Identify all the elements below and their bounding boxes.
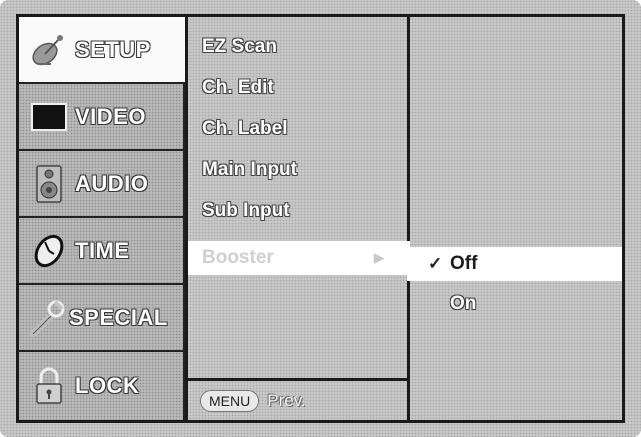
osd-menu: SETUP VIDEO AUDIO TIME SPECIAL LOCK EZ S… xyxy=(0,0,641,437)
clock-icon xyxy=(34,234,64,267)
menu-item-ch-label[interactable]: Ch. Label xyxy=(188,109,407,149)
menu-button[interactable]: MENU xyxy=(200,389,260,412)
booster-options: ✓ Off On xyxy=(407,17,622,420)
category-label: AUDIO xyxy=(75,170,149,196)
category-label: LOCK xyxy=(75,373,140,398)
wrench-icon xyxy=(29,300,65,337)
category-lock[interactable]: LOCK xyxy=(19,352,185,420)
menu-item-ez-scan[interactable]: EZ Scan xyxy=(188,27,407,67)
category-column: SETUP VIDEO AUDIO TIME SPECIAL LOCK xyxy=(19,17,188,420)
menu-item-ch-edit[interactable]: Ch. Edit xyxy=(188,68,407,108)
menu-footer: MENU Prev. xyxy=(188,378,407,420)
option-label: On xyxy=(450,293,477,314)
menu-item-booster[interactable]: Booster ▶ xyxy=(188,241,410,275)
category-special[interactable]: SPECIAL xyxy=(19,285,185,352)
category-setup[interactable]: SETUP xyxy=(19,17,188,84)
option-on[interactable]: On xyxy=(428,293,476,315)
setup-submenu: EZ Scan Ch. Edit Ch. Label Main Input Su… xyxy=(185,17,410,420)
menu-item-label: Booster xyxy=(202,247,274,268)
padlock-icon xyxy=(36,367,62,404)
prev-label: Prev. xyxy=(267,390,306,410)
satellite-dish-icon xyxy=(32,34,63,65)
category-time[interactable]: TIME xyxy=(19,218,185,285)
category-video[interactable]: VIDEO xyxy=(19,84,185,151)
menu-item-sub-input[interactable]: Sub Input xyxy=(188,191,407,231)
check-icon: ✓ xyxy=(428,254,443,273)
arrow-right-icon: ▶ xyxy=(374,250,384,265)
category-label: VIDEO xyxy=(75,103,146,129)
menu-frame: SETUP VIDEO AUDIO TIME SPECIAL LOCK EZ S… xyxy=(16,14,625,423)
option-label: Off xyxy=(450,253,478,274)
option-off[interactable]: ✓ Off xyxy=(428,253,477,275)
speaker-icon xyxy=(36,164,62,203)
category-label: TIME xyxy=(75,237,130,263)
category-label: SETUP xyxy=(75,36,151,62)
category-label: SPECIAL xyxy=(69,304,168,330)
category-audio[interactable]: AUDIO xyxy=(19,151,185,218)
monitor-icon xyxy=(31,102,67,131)
menu-item-main-input[interactable]: Main Input xyxy=(188,150,407,190)
